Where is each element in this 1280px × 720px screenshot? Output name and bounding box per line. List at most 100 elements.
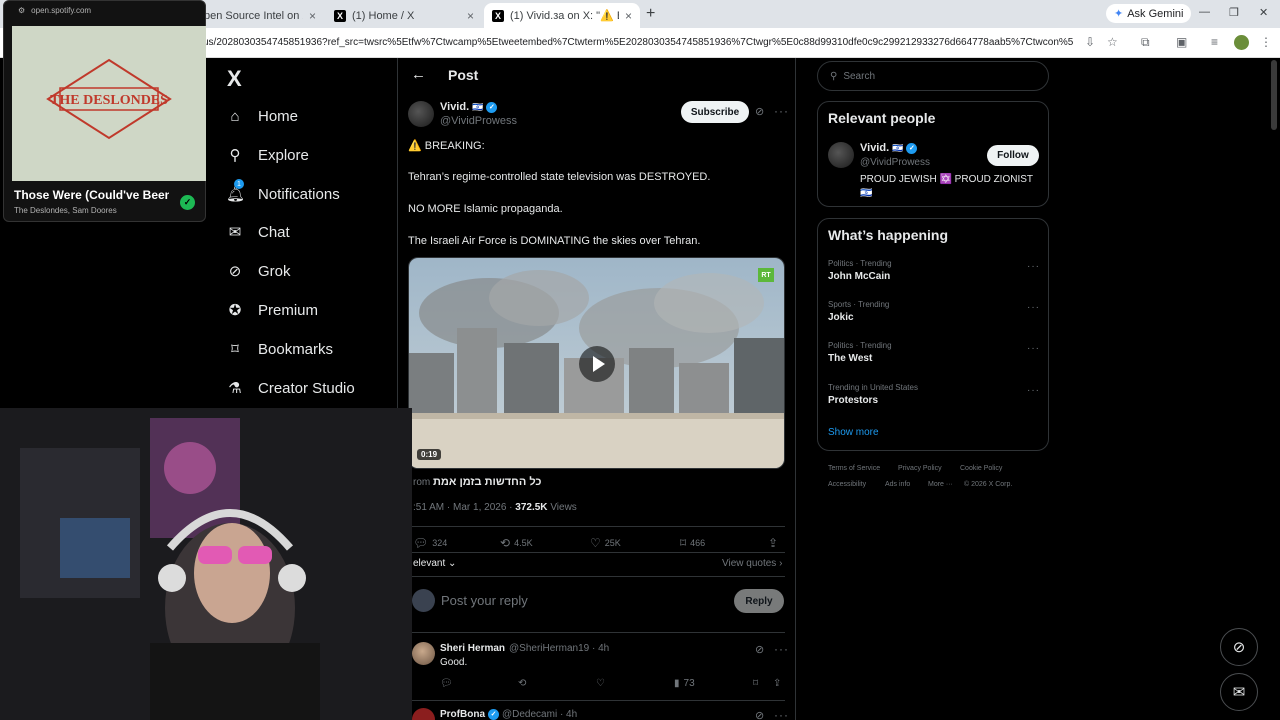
grok-icon[interactable]: ⊘ bbox=[755, 105, 764, 118]
tab-title: (1) Home / X bbox=[352, 9, 415, 22]
play-icon[interactable] bbox=[579, 346, 615, 382]
grok-icon[interactable]: ⊘ bbox=[755, 709, 764, 720]
video-player[interactable]: RT 0:19 bbox=[408, 257, 785, 469]
url-field[interactable]: us/2028030354745851936?ref_src=twsrc%5Et… bbox=[203, 37, 1073, 48]
whats-happening-title: What’s happening bbox=[828, 227, 949, 243]
like-stat[interactable]: ♡ 25K bbox=[590, 536, 621, 550]
bookmark-icon[interactable]: ⌑ bbox=[753, 678, 758, 689]
reply-author-name[interactable]: ProfBona ✓ bbox=[440, 709, 499, 720]
repost-icon[interactable]: ⟲ bbox=[518, 678, 526, 689]
more-icon[interactable]: ··· bbox=[774, 708, 789, 720]
author-handle[interactable]: @VividProwess bbox=[440, 115, 517, 127]
nav-creator-studio[interactable]: ⚗ Creator Studio bbox=[226, 373, 354, 403]
more-icon[interactable]: ··· bbox=[1027, 385, 1040, 396]
share-button[interactable]: ⇪ bbox=[768, 536, 778, 550]
reply-author-handle[interactable]: @SheriHerman19 · 4h bbox=[509, 643, 609, 654]
footer-link[interactable]: Terms of Service bbox=[828, 465, 880, 472]
nav-grok[interactable]: ⊘ Grok bbox=[226, 256, 291, 286]
footer-link[interactable]: Accessibility bbox=[828, 481, 866, 488]
star-icon[interactable]: ☆ bbox=[1107, 35, 1118, 49]
footer-link[interactable]: Privacy Policy bbox=[898, 465, 942, 472]
nav-bookmarks[interactable]: ⌑ Bookmarks bbox=[226, 334, 333, 364]
reply-author-handle[interactable]: @Dedecami · 4h bbox=[502, 709, 577, 720]
my-avatar[interactable] bbox=[412, 589, 435, 612]
back-arrow-icon[interactable]: ← bbox=[411, 66, 426, 83]
author-avatar[interactable] bbox=[408, 101, 434, 127]
trend-item[interactable]: Jokic bbox=[828, 312, 854, 323]
view-quotes-link[interactable]: View quotes › bbox=[722, 558, 782, 569]
show-more-link[interactable]: Show more bbox=[828, 427, 879, 438]
verified-icon: ✓ bbox=[488, 709, 499, 720]
settings-icon[interactable]: ⚙ bbox=[18, 6, 25, 15]
close-icon[interactable]: × bbox=[309, 9, 316, 23]
more-icon[interactable]: ··· bbox=[1027, 302, 1040, 313]
nav-notifications[interactable]: 🔔︎ 1 Notifications bbox=[226, 179, 340, 209]
repost-stat[interactable]: ⟲ 4.5K bbox=[500, 536, 533, 550]
share-icon[interactable]: ⇪ bbox=[773, 678, 781, 689]
saved-check-icon[interactable]: ✓ bbox=[180, 195, 195, 210]
grok-icon[interactable]: ⊘ bbox=[755, 643, 764, 656]
heart-icon[interactable]: ♡ bbox=[596, 678, 605, 689]
trend-meta: Sports · Trending bbox=[828, 300, 890, 309]
trend-meta: Politics · Trending bbox=[828, 341, 892, 350]
reply-button[interactable]: Reply bbox=[734, 589, 784, 613]
nav-home[interactable]: ⌂ Home bbox=[226, 101, 298, 131]
footer-link[interactable]: Cookie Policy bbox=[960, 465, 1002, 472]
trend-meta: Trending in United States bbox=[828, 383, 918, 392]
spotify-miniplayer[interactable]: ⚙ open.spotify.com THE DESLONDES Those W… bbox=[3, 0, 206, 222]
trend-item[interactable]: John McCain bbox=[828, 271, 890, 282]
grok-float-button[interactable]: ⊘ bbox=[1220, 628, 1258, 666]
relevant-person-avatar[interactable] bbox=[828, 142, 854, 168]
track-artist[interactable]: The Deslondes, Sam Doores bbox=[14, 206, 117, 215]
nav-chat[interactable]: ✉ Chat bbox=[226, 217, 290, 247]
window-close-icon[interactable]: ✕ bbox=[1259, 6, 1268, 19]
messages-float-button[interactable]: ✉ bbox=[1220, 673, 1258, 711]
reply-input[interactable]: Post your reply bbox=[441, 593, 528, 608]
from-source: כל החדשות בזמן אמת bbox=[433, 476, 542, 488]
footer-link[interactable]: Ads info bbox=[885, 481, 910, 488]
close-icon[interactable]: × bbox=[467, 9, 474, 23]
close-icon[interactable]: × bbox=[625, 9, 632, 23]
relevant-person-handle[interactable]: @VividProwess bbox=[860, 157, 930, 168]
more-icon[interactable]: ··· bbox=[774, 642, 789, 656]
reply-stat[interactable]: 💬︎ 324 bbox=[413, 536, 447, 550]
footer-link[interactable]: More ··· bbox=[928, 481, 953, 488]
media-icon[interactable]: ▣ bbox=[1176, 35, 1187, 49]
trend-item[interactable]: The West bbox=[828, 353, 872, 364]
minimize-icon[interactable]: — bbox=[1199, 6, 1210, 18]
profile-avatar[interactable] bbox=[1234, 35, 1249, 50]
more-icon[interactable]: ··· bbox=[1027, 261, 1040, 272]
ask-gemini-button[interactable]: ✦ Ask Gemini bbox=[1106, 4, 1192, 23]
more-icon[interactable]: ··· bbox=[1027, 343, 1040, 354]
menu-icon[interactable]: ⋮ bbox=[1260, 35, 1272, 49]
reply-sort-dropdown[interactable]: elevant ⌄ bbox=[413, 558, 456, 569]
browser-tab-active[interactable]: X (1) Vivid.за on X: "⚠️ BREAKING × bbox=[484, 3, 640, 28]
browser-tab[interactable]: pen Source Intel on X: "Ira × bbox=[196, 3, 324, 28]
views-stat[interactable]: ▮ 73 bbox=[674, 678, 695, 689]
new-tab-button[interactable]: + bbox=[646, 5, 655, 23]
reply-icon[interactable]: 💬︎ bbox=[440, 678, 453, 689]
author-name-text: Vivid. bbox=[440, 101, 470, 113]
video-source[interactable]: rom כל החדשות בזמן אמת bbox=[413, 476, 541, 488]
relevant-person-name[interactable]: Vivid. 🇮🇱 ✓ bbox=[860, 142, 918, 154]
subscribe-button[interactable]: Subscribe bbox=[681, 101, 749, 123]
reply-author-name[interactable]: Sheri Herman bbox=[440, 643, 505, 654]
bookmark-stat[interactable]: ⌑ 466 bbox=[680, 536, 705, 550]
install-icon[interactable]: ⇩ bbox=[1085, 35, 1095, 49]
trend-item[interactable]: Protestors bbox=[828, 395, 878, 406]
track-title[interactable]: Those Were (Could've Been bbox=[14, 188, 169, 202]
more-icon[interactable]: ··· bbox=[774, 104, 789, 118]
scrollbar-thumb[interactable] bbox=[1271, 60, 1277, 130]
follow-button[interactable]: Follow bbox=[987, 145, 1039, 166]
reading-list-icon[interactable]: ≡ bbox=[1211, 35, 1218, 49]
search-input[interactable]: ⚲ Search bbox=[817, 61, 1049, 91]
browser-tab[interactable]: X (1) Home / X × bbox=[326, 3, 482, 28]
x-logo[interactable]: X bbox=[227, 66, 242, 92]
nav-premium[interactable]: ✪ Premium bbox=[226, 295, 318, 325]
maximize-icon[interactable]: ❐ bbox=[1229, 6, 1239, 19]
extensions-icon[interactable]: ⧉ bbox=[1141, 35, 1150, 50]
nav-explore[interactable]: ⚲ Explore bbox=[226, 140, 309, 170]
author-name[interactable]: Vivid. 🇮🇱 ✓ bbox=[440, 101, 498, 113]
post-timestamp[interactable]: :51 AM · Mar 1, 2026 · bbox=[413, 502, 513, 513]
reply-avatar[interactable] bbox=[412, 642, 435, 665]
